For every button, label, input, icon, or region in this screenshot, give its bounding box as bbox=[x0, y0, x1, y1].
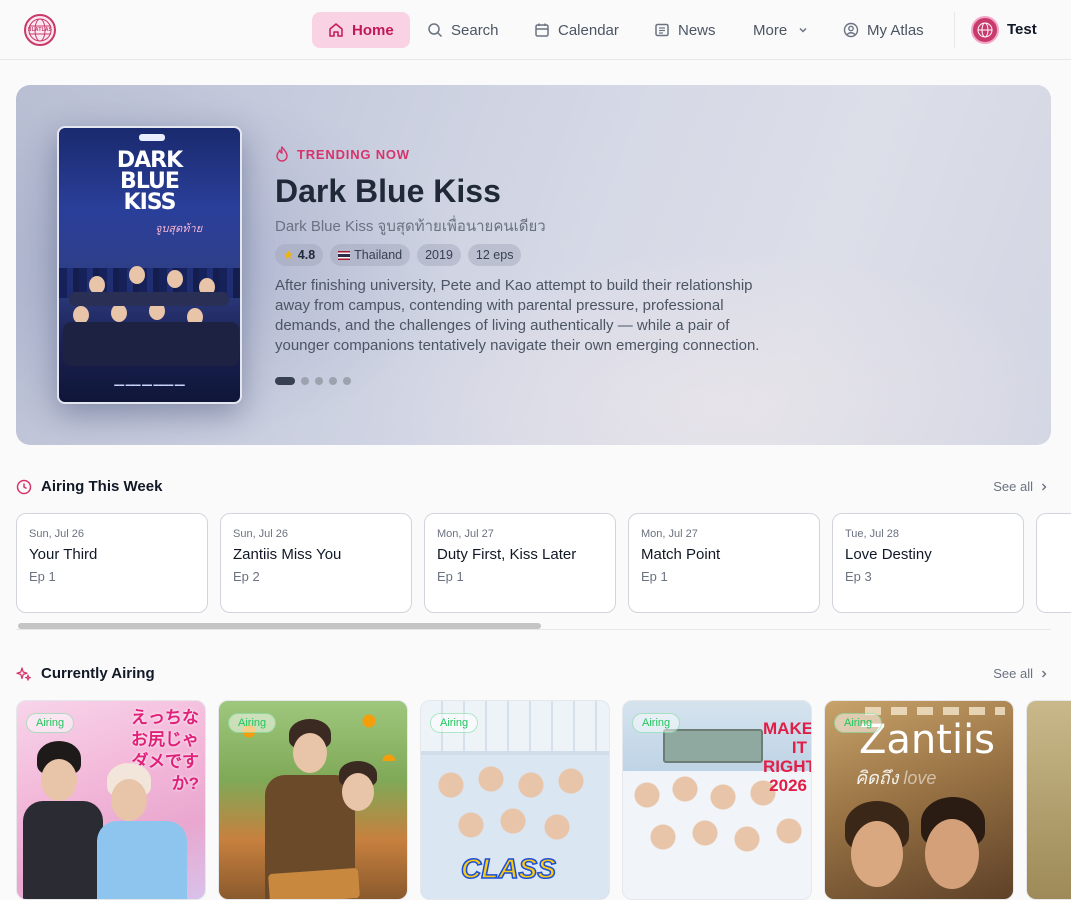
airing-badge: Airing bbox=[430, 713, 479, 733]
poster-title-text: MAKE IT RIGHT 2026 bbox=[763, 719, 812, 795]
schedule-episode: Ep 1 bbox=[437, 569, 464, 584]
show-poster-card[interactable]: Zantiis คิดถึง love Airing bbox=[824, 700, 1014, 900]
hero-title[interactable]: Dark Blue Kiss bbox=[275, 173, 501, 210]
chevron-right-icon bbox=[1039, 482, 1049, 492]
calendar-icon bbox=[534, 22, 550, 38]
search-icon bbox=[427, 22, 443, 38]
carousel-dots bbox=[275, 377, 351, 385]
carousel-dot[interactable] bbox=[343, 377, 351, 385]
poster-cast-image bbox=[59, 256, 240, 366]
airing-week-heading: Airing This Week bbox=[16, 478, 162, 495]
poster-title: DARK BLUE KISS bbox=[116, 148, 183, 215]
nav-calendar[interactable]: Calendar bbox=[518, 12, 635, 48]
schedule-episode: Ep 3 bbox=[845, 569, 872, 584]
nav-more-label: More bbox=[753, 21, 788, 39]
avatar[interactable] bbox=[971, 16, 999, 44]
nav-my-atlas-label: My Atlas bbox=[867, 21, 924, 39]
nav-divider bbox=[954, 12, 955, 48]
hero-description: After finishing university, Pete and Kao… bbox=[275, 277, 760, 354]
poster-subtitle: จูบสุดท้าย bbox=[155, 223, 203, 235]
scrollbar-thumb[interactable] bbox=[18, 623, 541, 629]
carousel-dot[interactable] bbox=[315, 377, 323, 385]
poster-footer: ▬▬ ▬▬▬ ▬▬ ▬▬▬▬ ▬▬ bbox=[114, 382, 185, 388]
nav-calendar-label: Calendar bbox=[558, 21, 619, 39]
country-badge: Thailand bbox=[330, 244, 411, 266]
hero-meta: ★ 4.8 Thailand 2019 12 eps bbox=[275, 244, 522, 266]
carousel-dot[interactable] bbox=[275, 377, 295, 385]
show-poster-card[interactable]: Airing bbox=[218, 700, 408, 900]
nav-news-label: News bbox=[678, 21, 716, 39]
schedule-title: Love Destiny bbox=[845, 546, 932, 563]
nav-news[interactable]: News bbox=[638, 12, 732, 48]
currently-airing-see-all[interactable]: See all bbox=[993, 666, 1049, 681]
schedule-date: Mon, Jul 27 bbox=[641, 528, 698, 540]
airing-badge: Airing bbox=[26, 713, 75, 733]
channel-logo bbox=[139, 134, 165, 141]
currently-airing-heading: Currently Airing bbox=[16, 665, 155, 682]
chevron-right-icon bbox=[1039, 669, 1049, 679]
hero-subtitle: Dark Blue Kiss จูบสุดท้ายเพื่อนายคนเดียว bbox=[275, 218, 546, 235]
nav-home[interactable]: Home bbox=[312, 12, 410, 48]
clock-icon bbox=[16, 479, 32, 495]
schedule-episode: Ep 1 bbox=[641, 569, 668, 584]
schedule-title: Match Point bbox=[641, 546, 721, 563]
schedule-title: Duty First, Kiss Later bbox=[437, 546, 577, 563]
user-name[interactable]: Test bbox=[1007, 21, 1037, 38]
horizontal-scrollbar[interactable] bbox=[16, 622, 1051, 630]
schedule-card[interactable]: Mon, Jul 27 Match Point Ep 1 bbox=[628, 513, 820, 613]
episodes-badge: 12 eps bbox=[467, 244, 522, 266]
airing-badge: Airing bbox=[834, 713, 883, 733]
schedule-card[interactable]: Sun, Jul 26 Zantiis Miss You Ep 2 bbox=[220, 513, 412, 613]
trending-label: TRENDING NOW bbox=[275, 146, 410, 162]
user-circle-icon bbox=[843, 22, 859, 38]
top-navbar: BLATLAS Home Search Calendar News More M… bbox=[0, 0, 1071, 60]
logo-text: BLATLAS bbox=[27, 27, 53, 33]
schedule-card[interactable]: Mon, Jul 27 Duty First, Kiss Later Ep 1 bbox=[424, 513, 616, 613]
hero-banner[interactable]: DARK BLUE KISS จูบสุดท้าย ▬▬ ▬▬▬ ▬▬ ▬▬▬▬… bbox=[16, 85, 1051, 445]
nav-my-atlas[interactable]: My Atlas bbox=[827, 12, 940, 48]
schedule-date: Tue, Jul 28 bbox=[845, 528, 900, 540]
nav-more[interactable]: More bbox=[737, 12, 827, 48]
nav-search[interactable]: Search bbox=[411, 12, 515, 48]
flame-icon bbox=[275, 146, 289, 162]
schedule-card[interactable]: Sun, Jul 26 Your Third Ep 1 bbox=[16, 513, 208, 613]
airing-badge: Airing bbox=[632, 713, 681, 733]
avatar-globe-icon bbox=[977, 22, 993, 38]
schedule-date: Sun, Jul 26 bbox=[233, 528, 289, 540]
carousel-dot[interactable] bbox=[329, 377, 337, 385]
sparkles-icon bbox=[16, 666, 32, 682]
schedule-date: Sun, Jul 26 bbox=[29, 528, 85, 540]
schedule-date: Mon, Jul 27 bbox=[437, 528, 494, 540]
hero-poster[interactable]: DARK BLUE KISS จูบสุดท้าย ▬▬ ▬▬▬ ▬▬ ▬▬▬▬… bbox=[57, 126, 242, 404]
newspaper-icon bbox=[654, 22, 670, 38]
schedule-title: Zantiis Miss You bbox=[233, 546, 342, 563]
schedule-card-partial[interactable] bbox=[1036, 513, 1071, 613]
chevron-down-icon bbox=[795, 22, 811, 38]
star-icon: ★ bbox=[283, 248, 294, 262]
show-poster-card-partial[interactable] bbox=[1026, 700, 1071, 900]
show-poster-card[interactable]: MAKE IT RIGHT 2026 Airing bbox=[622, 700, 812, 900]
year-badge: 2019 bbox=[417, 244, 461, 266]
logo[interactable]: BLATLAS bbox=[24, 14, 56, 46]
nav-home-label: Home bbox=[352, 21, 394, 39]
show-poster-card[interactable]: CLASS Airing bbox=[420, 700, 610, 900]
carousel-dot[interactable] bbox=[301, 377, 309, 385]
poster-title-text: CLASS bbox=[460, 852, 556, 885]
schedule-episode: Ep 1 bbox=[29, 569, 56, 584]
nav-search-label: Search bbox=[451, 21, 499, 39]
show-poster-card[interactable]: えっちな お尻じゃ ダメですか? Airing bbox=[16, 700, 206, 900]
airing-week-see-all[interactable]: See all bbox=[993, 479, 1049, 494]
schedule-card[interactable]: Tue, Jul 28 Love Destiny Ep 3 bbox=[832, 513, 1024, 613]
schedule-episode: Ep 2 bbox=[233, 569, 260, 584]
thailand-flag-icon bbox=[338, 250, 351, 260]
airing-badge: Airing bbox=[228, 713, 277, 733]
home-icon bbox=[328, 22, 344, 38]
schedule-title: Your Third bbox=[29, 546, 98, 563]
rating-badge: ★ 4.8 bbox=[275, 244, 324, 266]
trending-tag: TRENDING NOW bbox=[297, 146, 410, 162]
